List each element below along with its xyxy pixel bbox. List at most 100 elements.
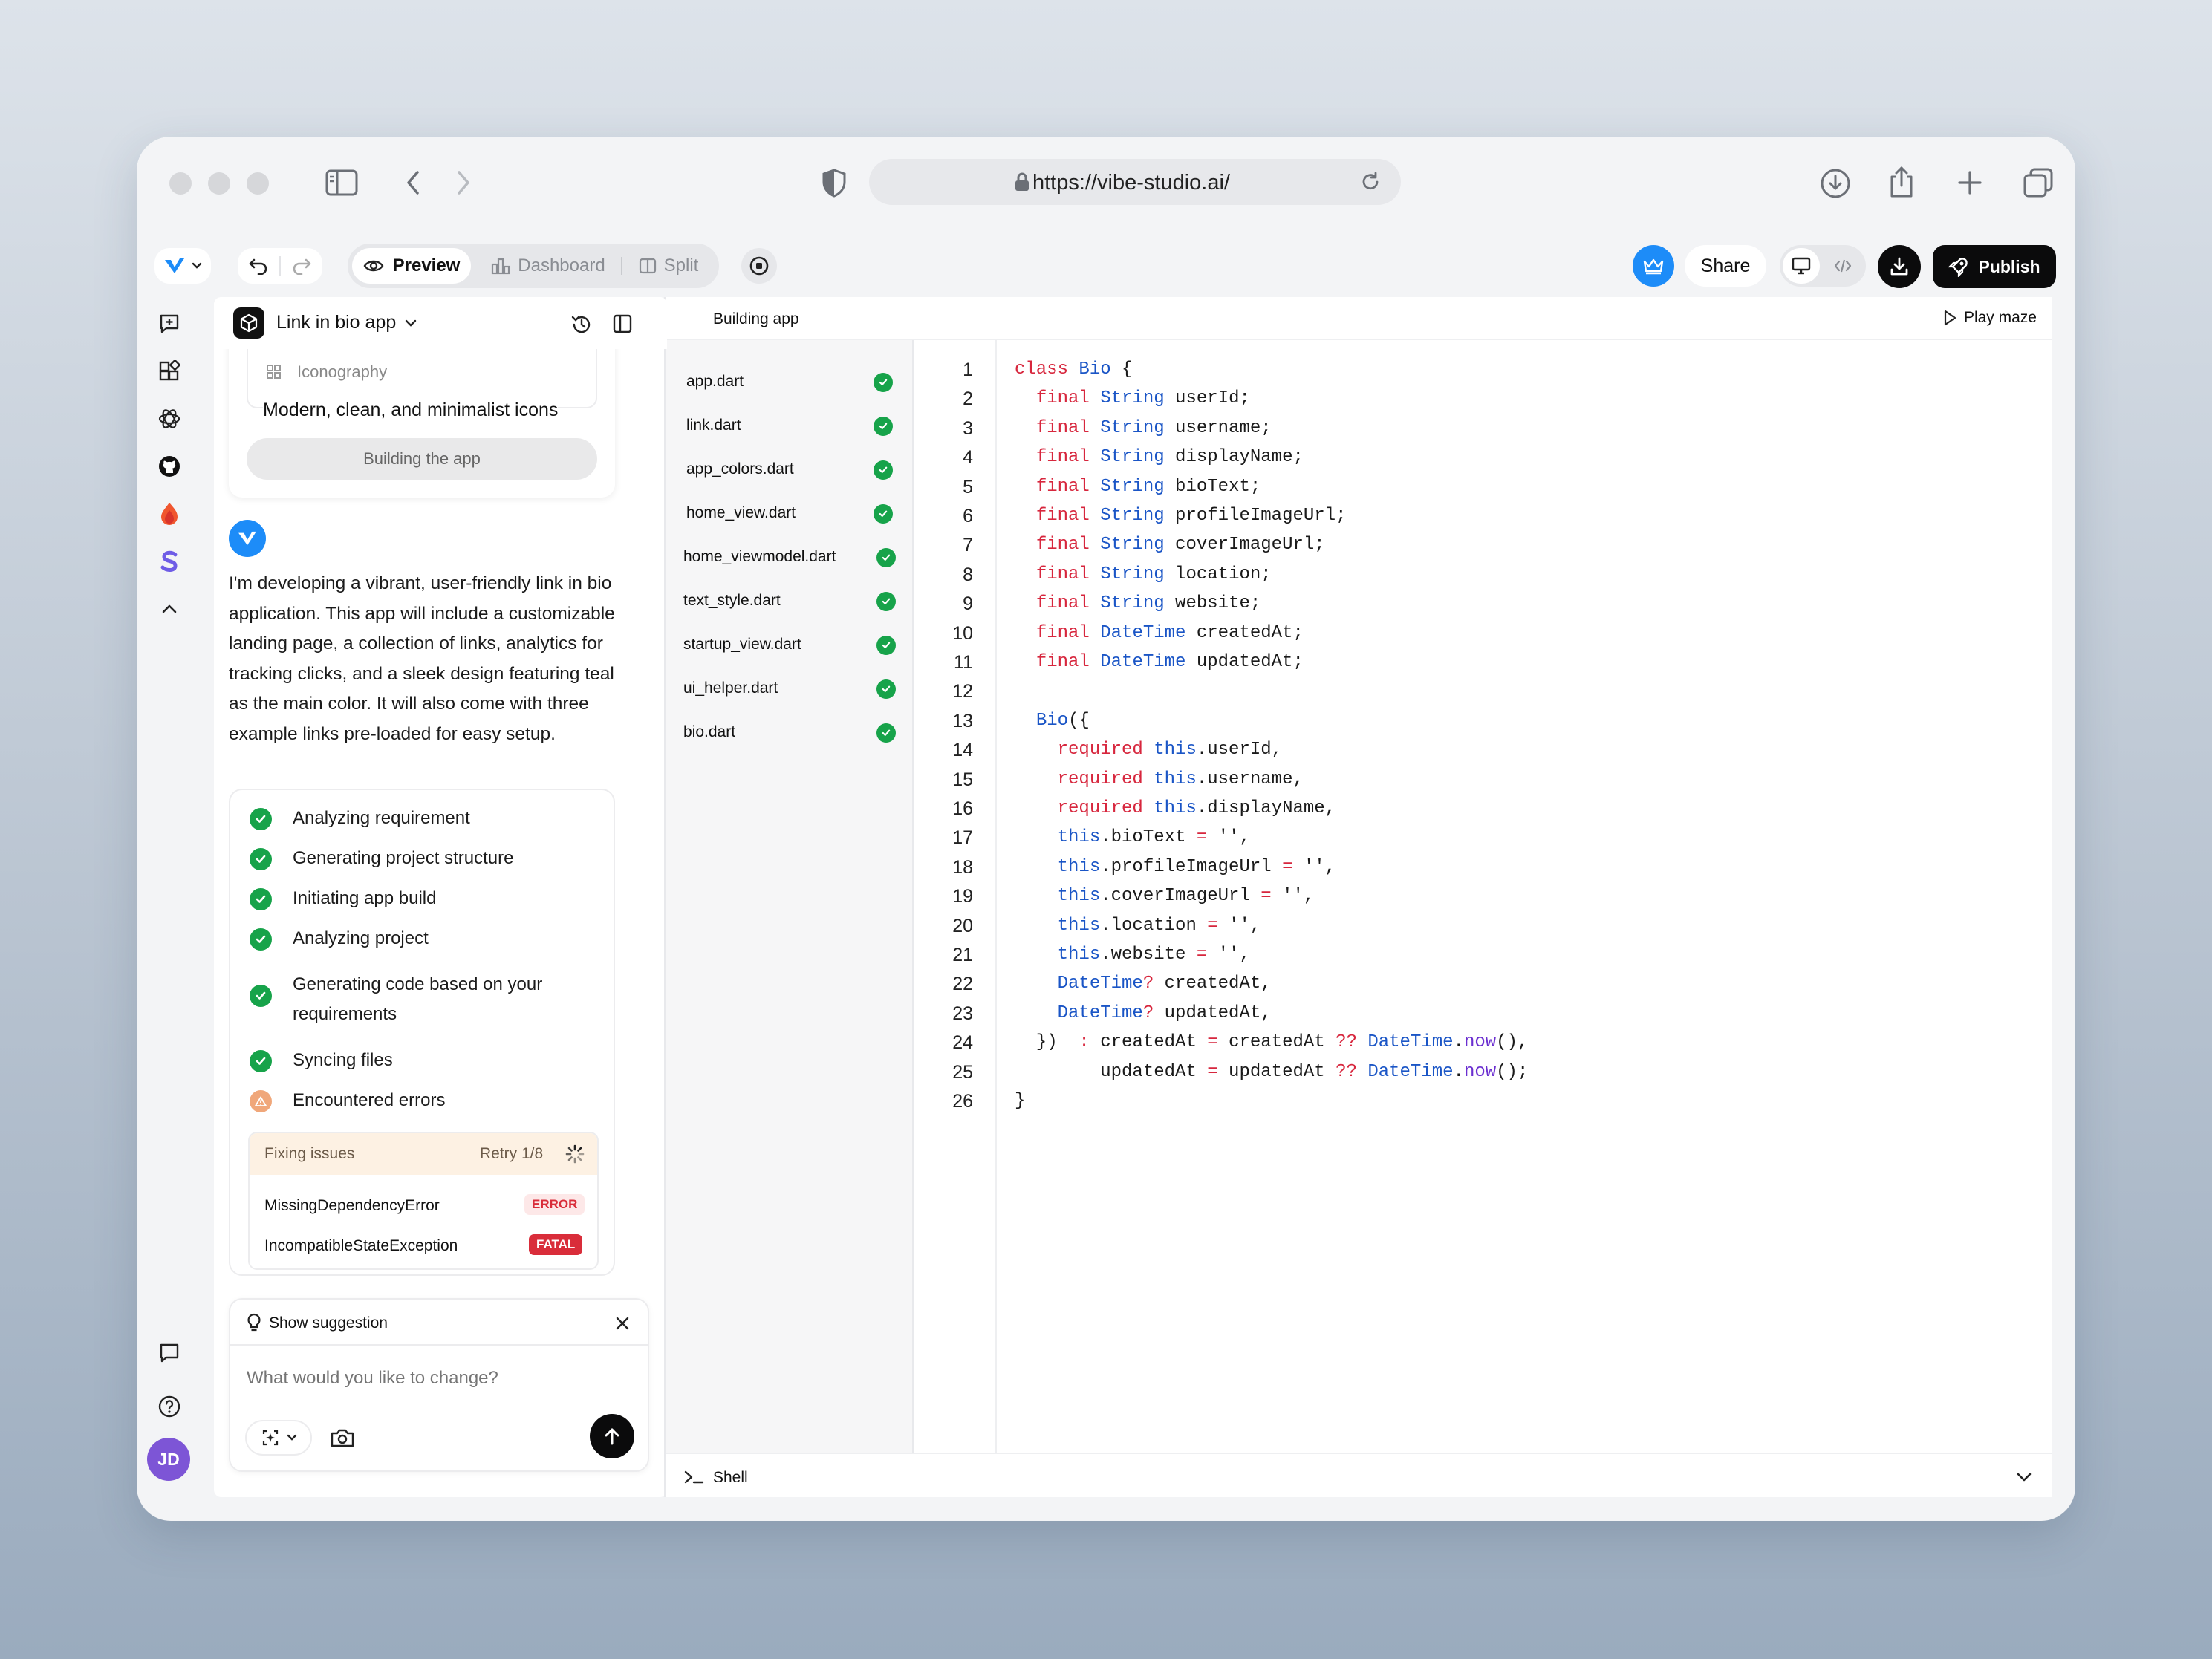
maximize-window-button[interactable]	[247, 172, 269, 195]
reload-icon[interactable]	[1359, 171, 1382, 193]
firebase-integration-button[interactable]	[153, 498, 186, 530]
project-selector[interactable]: Link in bio app	[276, 312, 417, 333]
file-item[interactable]: app.dart	[666, 362, 912, 401]
fatal-badge: FATAL	[529, 1234, 583, 1255]
minimize-window-button[interactable]	[208, 172, 230, 195]
file-item[interactable]: text_style.dart	[666, 581, 912, 620]
close-icon[interactable]	[615, 1316, 630, 1331]
line-number: 11	[954, 652, 973, 673]
line-number: 9	[963, 593, 973, 615]
file-item[interactable]: app_colors.dart	[666, 450, 912, 489]
components-icon	[159, 360, 180, 381]
sidebar-toggle-icon[interactable]	[325, 169, 358, 196]
stripe-integration-button[interactable]	[153, 545, 186, 578]
check-icon	[874, 504, 893, 524]
history-icon[interactable]	[570, 313, 593, 336]
code-view-button[interactable]	[1824, 248, 1861, 284]
code-line: }	[1015, 1091, 1026, 1111]
code-line: final String location;	[1035, 564, 1272, 584]
file-item[interactable]: startup_view.dart	[666, 625, 912, 664]
forward-icon[interactable]	[455, 169, 472, 196]
iconography-value: Modern, clean, and minimalist icons	[263, 400, 559, 421]
check-icon	[250, 928, 272, 951]
code-editor[interactable]: class Bio { final String userId; final S…	[1015, 340, 2040, 1453]
tabs-overview-icon[interactable]	[2022, 166, 2055, 199]
feedback-button[interactable]	[153, 1337, 186, 1369]
publish-button[interactable]: Publish	[1933, 245, 2056, 288]
fixing-issues-label: Fixing issues	[264, 1145, 355, 1162]
tab-preview[interactable]: Preview	[352, 248, 471, 284]
file-item[interactable]: home_view.dart	[666, 494, 912, 532]
build-status: Building app	[713, 310, 799, 327]
lightbulb-icon	[247, 1313, 261, 1332]
collapse-rail-button[interactable]	[153, 593, 186, 625]
avatar[interactable]: JD	[147, 1438, 190, 1481]
panel-toggle-icon[interactable]	[612, 313, 633, 334]
address-bar[interactable]: https://vibe-studio.ai/	[869, 159, 1401, 205]
show-suggestion-button[interactable]: Show suggestion	[269, 1314, 388, 1332]
share-icon[interactable]	[1888, 165, 1915, 199]
share-button[interactable]: Share	[1685, 245, 1766, 287]
github-icon	[159, 456, 180, 477]
file-item[interactable]: ui_helper.dart	[666, 669, 912, 708]
new-chat-button[interactable]	[153, 307, 186, 340]
check-icon	[876, 723, 896, 743]
prompt-input[interactable]	[247, 1363, 618, 1393]
file-item[interactable]: link.dart	[666, 406, 912, 445]
download-project-button[interactable]	[1878, 245, 1921, 288]
back-icon[interactable]	[404, 169, 422, 196]
shell-bar[interactable]: Shell	[666, 1453, 2052, 1497]
terminal-icon	[684, 1470, 704, 1484]
file-name: home_view.dart	[686, 504, 796, 521]
tab-split[interactable]: Split	[627, 248, 710, 284]
browser-window: https://vibe-studio.ai/ Preview Dashboar…	[137, 137, 2075, 1521]
redo-icon[interactable]	[291, 257, 312, 275]
file-item[interactable]: home_viewmodel.dart	[666, 538, 912, 576]
code-line: this.profileImageUrl = '',	[1057, 856, 1336, 877]
file-name: link.dart	[686, 417, 741, 434]
code-line: final String displayName;	[1035, 447, 1304, 468]
check-icon	[250, 888, 272, 910]
assistant-avatar	[229, 520, 266, 557]
building-status-button[interactable]: Building the app	[247, 438, 597, 480]
check-icon	[874, 373, 893, 392]
openai-integration-button[interactable]	[153, 402, 186, 435]
play-maze-button[interactable]: Play maze	[1943, 309, 2037, 327]
step-label: Initiating app build	[293, 888, 437, 908]
code-line: Bio({	[1035, 710, 1090, 731]
desktop-view-button[interactable]	[1783, 248, 1820, 284]
ai-sparkle-icon	[262, 1430, 279, 1446]
download-icon[interactable]	[1820, 168, 1851, 199]
line-number: 22	[952, 974, 973, 995]
prompt-box: Show suggestion	[229, 1298, 649, 1472]
github-integration-button[interactable]	[153, 450, 186, 483]
app-logo-icon	[238, 531, 256, 546]
upgrade-button[interactable]	[1633, 245, 1674, 287]
undo-icon[interactable]	[248, 257, 269, 275]
step-label: Analyzing requirement	[293, 808, 470, 828]
error-name: IncompatibleStateException	[264, 1237, 458, 1254]
code-line: }) : createdAt = createdAt ?? DateTime.n…	[1015, 1032, 1529, 1053]
ai-mode-selector[interactable]	[245, 1420, 312, 1456]
tab-dashboard[interactable]: Dashboard	[481, 248, 615, 284]
line-number: 4	[963, 447, 973, 469]
shield-icon[interactable]	[822, 168, 847, 198]
stop-button[interactable]	[741, 248, 777, 284]
play-icon	[1944, 310, 1956, 326]
step-item: Analyzing project	[250, 928, 429, 951]
line-number: 20	[952, 915, 973, 936]
tab-split-label: Split	[663, 255, 699, 276]
help-button[interactable]	[153, 1390, 186, 1423]
line-number: 7	[963, 535, 973, 556]
step-item: Encountered errors	[250, 1090, 445, 1112]
components-button[interactable]	[153, 355, 186, 388]
chat-panel: Link in bio app Iconography Modern, clea…	[214, 297, 667, 1497]
workspace-switcher[interactable]	[154, 248, 211, 284]
new-tab-icon[interactable]	[1956, 169, 1983, 196]
send-button[interactable]	[590, 1414, 634, 1458]
workspace-header: Building app Play maze	[666, 297, 2052, 340]
file-item[interactable]: bio.dart	[666, 713, 912, 752]
chevron-down-icon[interactable]	[2016, 1472, 2032, 1482]
camera-icon[interactable]	[330, 1427, 355, 1448]
close-window-button[interactable]	[169, 172, 192, 195]
